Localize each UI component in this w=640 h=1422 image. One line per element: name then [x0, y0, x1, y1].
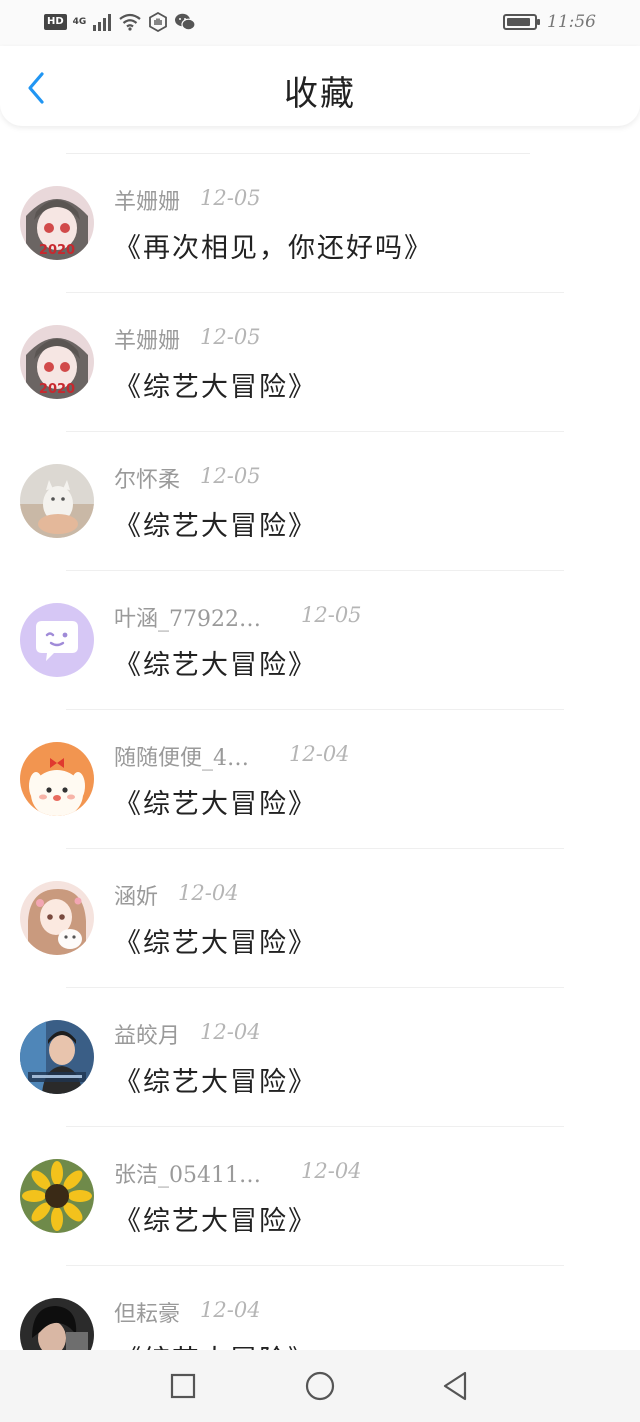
avatar[interactable] — [20, 603, 94, 677]
network-type-label: 4G — [72, 17, 87, 27]
system-back-button[interactable] — [435, 1366, 475, 1406]
author-name: 但耘豪 — [114, 1302, 181, 1327]
home-button[interactable] — [300, 1366, 340, 1406]
dark-portrait-avatar — [20, 1298, 94, 1350]
photo-person-avatar — [20, 1020, 94, 1094]
battery-icon — [503, 14, 540, 30]
battery-fill — [507, 18, 530, 26]
item-meta: 益皎月 12-04 — [114, 1018, 614, 1050]
item-meta: 张洁_05411… 12-04 — [114, 1157, 614, 1189]
cartoon-bunny-avatar — [20, 742, 94, 816]
system-nav-bar — [0, 1350, 640, 1422]
status-left: HD 4G — [44, 10, 196, 34]
favorite-item[interactable]: 2020 羊姗姗 12-05 《再次相见，你还好吗》 — [0, 154, 640, 293]
avatar[interactable]: 2020 — [20, 186, 94, 260]
favorite-title: 《综艺大冒险》 — [114, 372, 317, 403]
item-meta: 涵妡 12-04 — [114, 879, 614, 911]
chat-bubble-avatar — [20, 603, 94, 677]
item-meta: 羊姗姗 12-05 — [114, 184, 614, 216]
author-name: 涵妡 — [114, 885, 159, 910]
item-meta: 羊姗姗 12-05 — [114, 323, 614, 355]
hand-shield-icon — [149, 12, 168, 32]
status-bar: HD 4G 11:56 — [0, 0, 640, 46]
author-name: 羊姗姗 — [114, 190, 181, 215]
post-date: 12-04 — [301, 1159, 362, 1183]
favorite-title: 《综艺大冒险》 — [114, 928, 317, 959]
item-meta: 叶涵_77922… 12-05 — [114, 601, 614, 633]
post-date: 12-04 — [289, 742, 350, 766]
post-date: 12-05 — [200, 186, 261, 210]
favorite-item[interactable]: 涵妡 12-04 《综艺大冒险》 — [0, 849, 640, 988]
favorite-title: 《综艺大冒险》 — [114, 511, 317, 542]
favorite-item[interactable]: 2020 羊姗姗 12-05 《综艺大冒险》 — [0, 293, 640, 432]
author-name: 随随便便_4… — [114, 746, 249, 771]
anime-girl-avatar: 2020 — [20, 325, 94, 399]
post-date: 12-04 — [178, 881, 239, 905]
anime-girl-avatar: 2020 — [20, 186, 94, 260]
author-name: 益皎月 — [114, 1024, 181, 1049]
author-name: 叶涵_77922… — [114, 607, 261, 632]
wifi-icon — [119, 13, 142, 31]
favorite-title: 《综艺大冒险》 — [114, 1338, 317, 1350]
favorite-item[interactable]: 益皎月 12-04 《综艺大冒险》 — [0, 988, 640, 1127]
avatar[interactable] — [20, 464, 94, 538]
circle-icon — [305, 1371, 335, 1401]
avatar[interactable] — [20, 1298, 94, 1350]
wechat-icon — [175, 13, 196, 31]
item-meta: 随随便便_4… 12-04 — [114, 740, 614, 772]
avatar[interactable] — [20, 1020, 94, 1094]
author-name: 尔怀柔 — [114, 468, 181, 493]
avatar[interactable] — [20, 1159, 94, 1233]
favorite-item[interactable]: 随随便便_4… 12-04 《综艺大冒险》 — [0, 710, 640, 849]
favorite-item[interactable]: 但耘豪 12-04 《综艺大冒险》 — [0, 1266, 640, 1350]
author-name: 羊姗姗 — [114, 329, 181, 354]
svg-text:2020: 2020 — [39, 243, 75, 258]
favorite-item[interactable]: 尔怀柔 12-05 《综艺大冒险》 — [0, 432, 640, 571]
favorite-item[interactable]: 张洁_05411… 12-04 《综艺大冒险》 — [0, 1127, 640, 1266]
favorite-title: 《综艺大冒险》 — [114, 1206, 317, 1237]
post-date: 12-05 — [200, 325, 261, 349]
post-date: 12-04 — [200, 1298, 261, 1322]
signal-icon — [93, 14, 112, 31]
status-time: 11:56 — [547, 12, 596, 32]
status-right: 11:56 — [503, 10, 596, 34]
item-meta: 但耘豪 12-04 — [114, 1296, 614, 1328]
svg-text:2020: 2020 — [39, 382, 75, 397]
header: 收藏 — [0, 46, 640, 126]
avatar[interactable] — [20, 742, 94, 816]
cat-photo-avatar — [20, 464, 94, 538]
author-name: 张洁_05411… — [114, 1163, 261, 1188]
recents-button[interactable] — [163, 1366, 203, 1406]
page-title: 收藏 — [284, 74, 356, 114]
favorite-title: 《综艺大冒险》 — [114, 650, 317, 681]
item-meta: 尔怀柔 12-05 — [114, 462, 614, 494]
square-icon — [170, 1373, 196, 1399]
hd-badge: HD — [44, 14, 67, 30]
favorite-title: 《综艺大冒险》 — [114, 789, 317, 820]
favorite-item[interactable]: 叶涵_77922… 12-05 《综艺大冒险》 — [0, 571, 640, 710]
post-date: 12-05 — [200, 464, 261, 488]
favorite-title: 《再次相见，你还好吗》 — [114, 233, 433, 264]
favorites-list: 2020 羊姗姗 12-05 《再次相见，你还好吗》 2020 羊姗姗 12-05 《综艺大冒… — [0, 126, 640, 1350]
favorite-title: 《综艺大冒险》 — [114, 1067, 317, 1098]
illustrated-girl-avatar — [20, 881, 94, 955]
avatar[interactable] — [20, 881, 94, 955]
triangle-back-icon — [443, 1371, 467, 1401]
sunflower-avatar — [20, 1159, 94, 1233]
post-date: 12-05 — [301, 603, 362, 627]
post-date: 12-04 — [200, 1020, 261, 1044]
avatar[interactable]: 2020 — [20, 325, 94, 399]
